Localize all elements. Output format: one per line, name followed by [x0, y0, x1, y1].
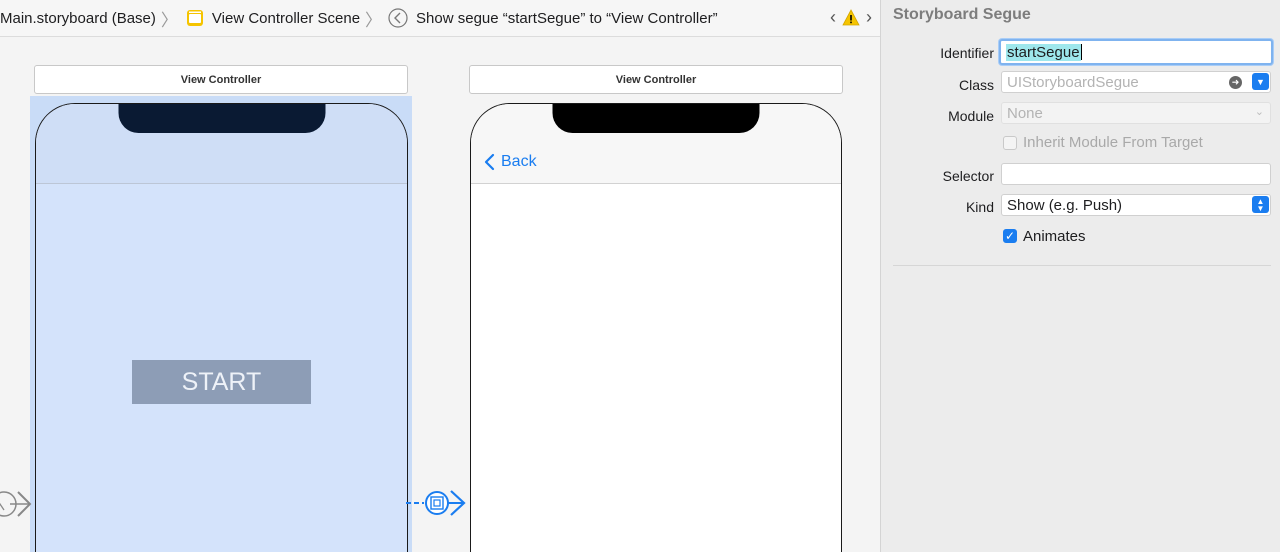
entry-point-icon[interactable] [0, 484, 36, 524]
breadcrumb-storyboard-label: Main.storyboard (Base) [0, 9, 156, 27]
breadcrumb: Main.storyboard (Base) 〉 View Controller… [0, 0, 880, 37]
module-label: Module [948, 108, 994, 124]
scene-1-title: View Controller [180, 73, 262, 86]
updown-icon: ▲ ▼ [1252, 196, 1269, 213]
breadcrumb-separator-icon: 〉 [365, 10, 383, 30]
device-notch [552, 104, 760, 133]
kind-label: Kind [965, 199, 994, 215]
scene-1-device[interactable]: START [35, 103, 408, 552]
identifier-value: startSegue [1006, 43, 1081, 61]
chevron-left-icon [484, 153, 495, 171]
text-caret [1080, 44, 1082, 60]
start-button[interactable]: START [132, 360, 311, 404]
scene-2-title-bar[interactable]: View Controller [469, 65, 843, 94]
arrow-circle-icon[interactable]: ➜ [1229, 76, 1242, 89]
class-label: Class [958, 77, 994, 93]
chevron-right-icon[interactable]: › [866, 8, 872, 26]
inherit-module-label: Inherit Module From Target [1023, 134, 1203, 151]
scene-icon [186, 10, 203, 26]
breadcrumb-segue[interactable]: Show segue “startSegue” to “View Control… [386, 8, 718, 28]
selector-field[interactable] [1001, 163, 1271, 185]
module-field: None ⌄ [1001, 102, 1271, 124]
identifier-field[interactable]: startSegue [999, 39, 1273, 65]
attributes-inspector: Storyboard Segue Identifier startSegue C… [880, 0, 1280, 552]
animates-label: Animates [1023, 228, 1086, 245]
class-field[interactable]: UIStoryboardSegue ➜ ▼ [1001, 71, 1271, 93]
inspector-divider [893, 265, 1271, 266]
start-button-label: START [181, 367, 262, 396]
segue-back-icon [388, 8, 408, 28]
back-button-label: Back [501, 153, 537, 170]
warning-icon[interactable] [842, 8, 860, 26]
selector-label: Selector [942, 168, 994, 184]
module-placeholder: None [1007, 104, 1043, 122]
kind-select[interactable]: Show (e.g. Push) ▲ ▼ [1001, 194, 1271, 216]
chevron-left-icon[interactable]: ‹ [830, 8, 836, 26]
storyboard-canvas[interactable]: View Controller View Controller START Ba… [0, 37, 880, 552]
back-button[interactable]: Back [483, 153, 537, 171]
scene-2-title: View Controller [615, 73, 697, 86]
animates-checkbox[interactable]: ✓ [1003, 229, 1017, 243]
breadcrumb-scene[interactable]: View Controller Scene [182, 9, 360, 27]
identifier-label: Identifier [940, 45, 994, 61]
inspector-title: Storyboard Segue [893, 6, 1031, 23]
device-notch [118, 104, 325, 133]
chevron-down-icon[interactable]: ▼ [1252, 73, 1269, 90]
segue-icon[interactable] [404, 484, 470, 524]
breadcrumb-separator-icon: 〉 [160, 10, 178, 30]
breadcrumb-scene-label: View Controller Scene [211, 9, 361, 27]
kind-value: Show (e.g. Push) [1007, 196, 1123, 214]
breadcrumb-storyboard[interactable]: Main.storyboard (Base) [0, 10, 156, 27]
breadcrumb-segue-label: Show segue “startSegue” to “View Control… [416, 9, 718, 27]
scene-1-title-bar[interactable]: View Controller [34, 65, 408, 94]
scene-2-device[interactable]: Back [470, 103, 842, 552]
class-placeholder: UIStoryboardSegue [1007, 73, 1139, 91]
chevron-down-icon: ⌄ [1254, 106, 1264, 118]
checkmark-icon: ✓ [1004, 229, 1016, 243]
issue-navigator: ‹ › [830, 8, 872, 26]
inherit-module-checkbox [1003, 136, 1017, 150]
